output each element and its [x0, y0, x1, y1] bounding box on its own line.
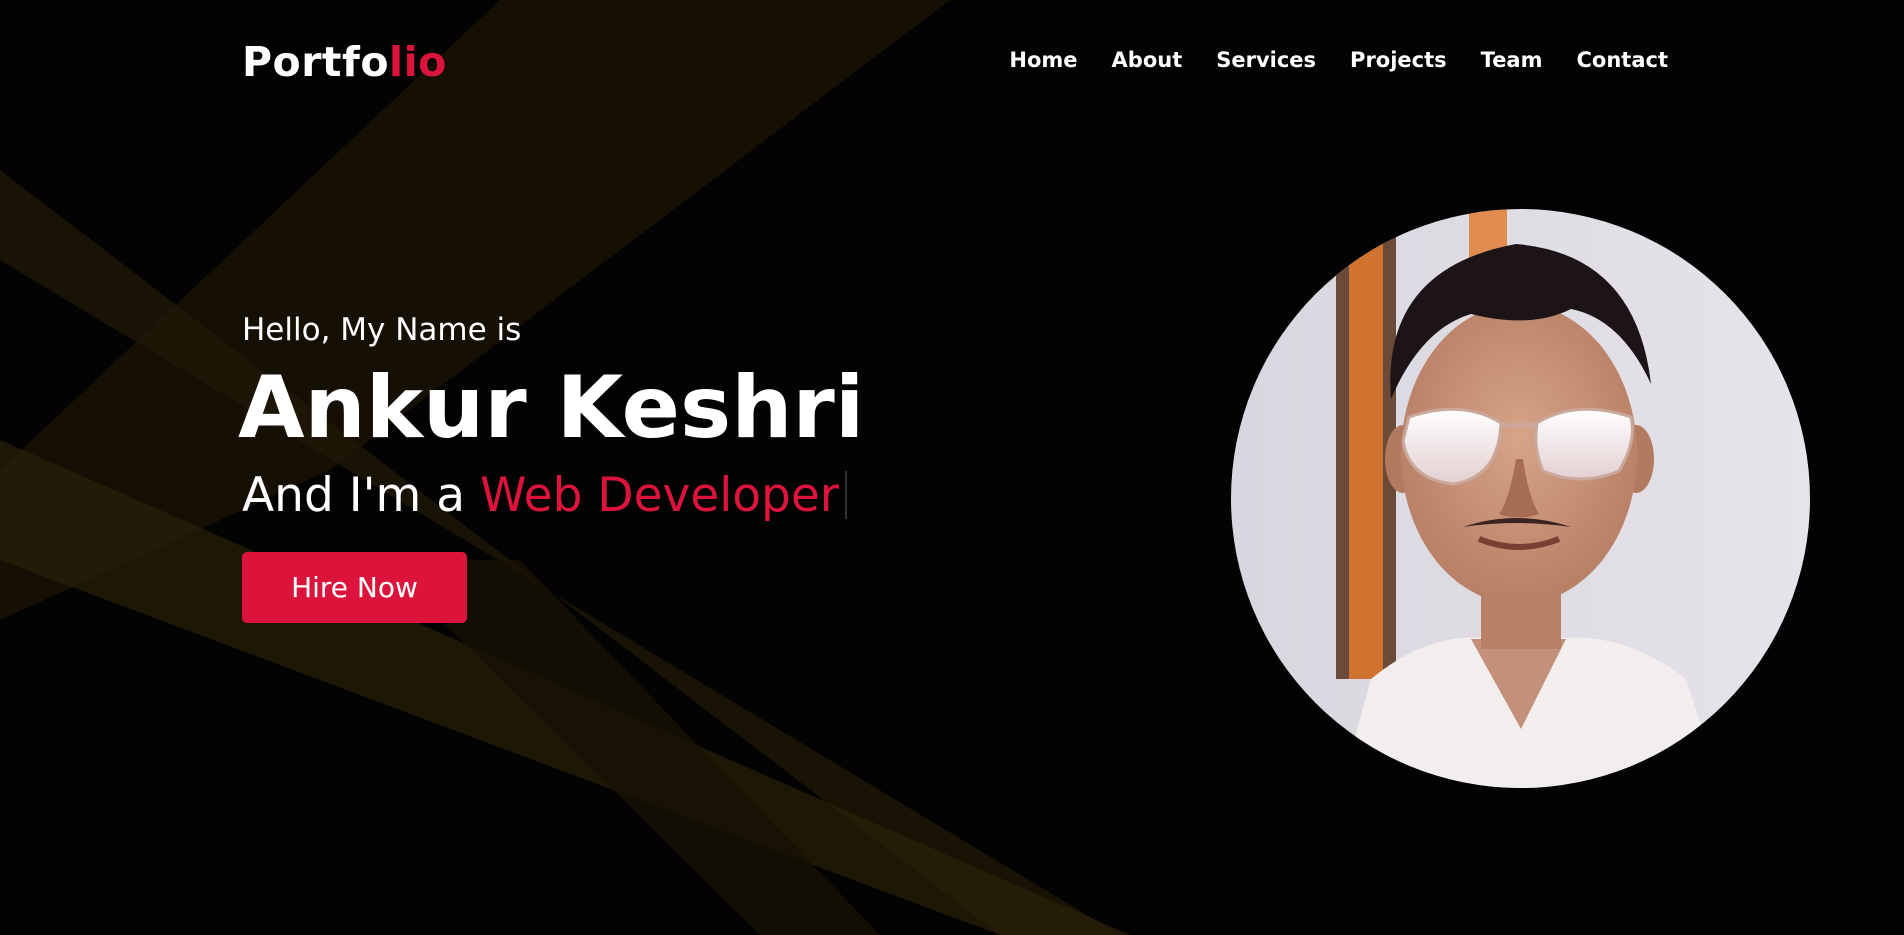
navbar: Portfolio Home About Services Projects T… [242, 34, 1668, 90]
profile-photo-illustration [1231, 209, 1810, 788]
nav-item-home: Home [1009, 48, 1077, 72]
logo-accent: lio [389, 38, 447, 86]
nav-link-about[interactable]: About [1112, 48, 1183, 72]
nav-link-projects[interactable]: Projects [1350, 48, 1447, 72]
nav-link-contact[interactable]: Contact [1577, 48, 1669, 72]
hire-now-button[interactable]: Hire Now [242, 552, 467, 623]
nav-link-services[interactable]: Services [1216, 48, 1316, 72]
hero-name: Ankur Keshri [238, 358, 865, 458]
profile-photo [1231, 209, 1810, 788]
logo-main: Portfo [242, 38, 390, 86]
hero-role-prefix: And I'm a [242, 468, 480, 523]
hero-greeting: Hello, My Name is [242, 312, 522, 348]
typing-cursor [845, 471, 848, 519]
hero-role-typed: Web Developer [479, 468, 840, 523]
page: Portfolio Home About Services Projects T… [0, 0, 1904, 935]
hero-role: And I'm a Web Developer [242, 461, 942, 531]
nav-item-projects: Projects [1350, 48, 1447, 72]
nav-link-home[interactable]: Home [1009, 48, 1077, 72]
nav-link-team[interactable]: Team [1481, 48, 1543, 72]
nav-item-team: Team [1481, 48, 1543, 72]
nav-item-contact: Contact [1577, 48, 1669, 72]
nav-item-about: About [1112, 48, 1183, 72]
nav-item-services: Services [1216, 48, 1316, 72]
nav-menu: Home About Services Projects Team Contac… [975, 48, 1668, 72]
logo[interactable]: Portfolio [242, 38, 447, 86]
hero-section: Hello, My Name is Ankur Keshri And I'm a… [238, 305, 942, 623]
